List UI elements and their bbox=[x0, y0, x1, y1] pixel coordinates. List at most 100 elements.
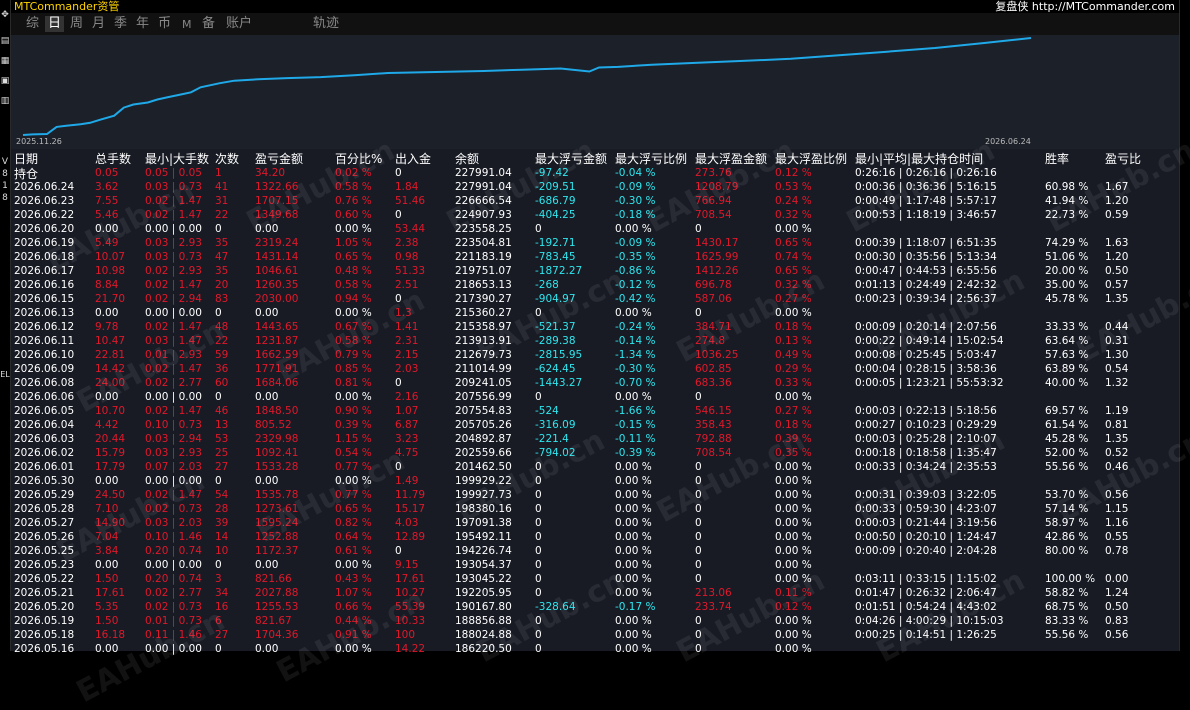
table-row[interactable]: 2026.06.20 0.00 0.00 | 0.00 0 0.00 0.00 % 53.4… bbox=[11, 222, 1179, 236]
cell-trade-count: 0 bbox=[215, 643, 222, 655]
table-row[interactable]: 2026.05.26 7.04 0.10 | 1.46 14 1252.88 0.64 %… bbox=[11, 530, 1179, 544]
cell-win-rate: 83.33 % bbox=[1045, 615, 1089, 627]
cell-max-float-loss-pct: 0.00 % bbox=[615, 461, 652, 473]
header-min-max-lots: 最小|大手数 bbox=[145, 152, 210, 166]
cell-trade-count: 0 bbox=[215, 475, 222, 487]
table-row[interactable]: 2026.06.08 24.00 0.02 | 2.77 60 1684.06 0.81 … bbox=[11, 376, 1179, 390]
cell-deposit-withdraw: 12.89 bbox=[395, 531, 426, 543]
cell-date: 2026.05.29 bbox=[14, 489, 75, 501]
tab-daily[interactable]: 日 bbox=[45, 16, 65, 32]
cell-percent: 0.61 % bbox=[335, 545, 372, 557]
cell-max-float-loss: 0 bbox=[535, 517, 542, 529]
cell-max-float-loss: -1872.27 bbox=[535, 265, 583, 277]
cell-max-float-loss-pct: -0.24 % bbox=[615, 321, 656, 333]
cell-min-max-lots: 0.10 | 0.73 bbox=[145, 419, 202, 431]
cell-deposit-withdraw: 11.79 bbox=[395, 489, 426, 501]
cell-max-float-profit-pct: 0.00 % bbox=[775, 517, 812, 529]
tab-m[interactable]: M bbox=[182, 17, 192, 33]
tab-yearly[interactable]: 年 bbox=[136, 16, 149, 32]
cell-max-float-profit-pct: 0.00 % bbox=[775, 475, 812, 487]
table-row[interactable]: 2026.06.05 10.70 0.02 | 1.47 46 1848.50 0.90 … bbox=[11, 404, 1179, 418]
cell-date: 2026.06.23 bbox=[14, 195, 75, 207]
cell-profit-ratio: 1.32 bbox=[1105, 377, 1129, 389]
table-row[interactable]: 2026.05.25 3.84 0.20 | 0.74 10 1172.37 0.61 %… bbox=[11, 544, 1179, 558]
table-row[interactable]: 2026.05.27 14.90 0.03 | 2.03 39 1595.24 0.82 … bbox=[11, 516, 1179, 530]
cell-profit-loss: 821.66 bbox=[255, 573, 292, 585]
cell-max-float-profit-pct: 0.18 % bbox=[775, 321, 812, 333]
cell-date: 2026.06.20 bbox=[14, 223, 75, 235]
cell-max-float-profit: 683.36 bbox=[695, 377, 732, 389]
cell-max-float-profit-pct: 0.00 % bbox=[775, 489, 812, 501]
left-icon-4[interactable]: ▥ bbox=[0, 94, 10, 108]
cell-win-rate: 61.54 % bbox=[1045, 419, 1089, 431]
cell-date: 2026.05.27 bbox=[14, 517, 75, 529]
cell-max-float-loss-pct: -0.09 % bbox=[615, 237, 656, 249]
cell-max-float-profit-pct: 0.74 % bbox=[775, 251, 812, 263]
cell-balance: 207556.99 bbox=[455, 391, 512, 403]
left-icon-3[interactable]: ▣ bbox=[0, 74, 10, 88]
cell-total-lots: 16.18 bbox=[95, 629, 126, 641]
cell-total-lots: 10.47 bbox=[95, 335, 126, 347]
cell-percent: 0.65 % bbox=[335, 251, 372, 263]
cell-hold-time: 0:00:39 | 1:18:07 | 6:51:35 bbox=[855, 237, 997, 249]
cell-profit-loss: 0.00 bbox=[255, 559, 279, 571]
table-row[interactable]: 2026.06.06 0.00 0.00 | 0.00 0 0.00 0.00 % 2.16… bbox=[11, 390, 1179, 404]
tab-trajectory[interactable]: 轨迹 bbox=[313, 16, 339, 32]
cell-min-max-lots: 0.00 | 0.00 bbox=[145, 391, 202, 403]
cell-max-float-loss: -524 bbox=[535, 405, 559, 417]
cell-profit-loss: 1255.53 bbox=[255, 601, 299, 613]
tab-quarterly[interactable]: 季 bbox=[114, 16, 127, 32]
cell-profit-ratio: 1.24 bbox=[1105, 587, 1129, 599]
cell-deposit-withdraw: 2.38 bbox=[395, 237, 419, 249]
cell-total-lots: 7.55 bbox=[95, 195, 119, 207]
cell-percent: 1.05 % bbox=[335, 237, 372, 249]
cell-trade-count: 36 bbox=[215, 363, 229, 375]
cell-max-float-profit: 0 bbox=[695, 545, 702, 557]
cell-trade-count: 10 bbox=[215, 545, 229, 557]
website-link[interactable]: 复盘侠 http://MTCommander.com bbox=[995, 0, 1175, 14]
daily-stats-panel: 日期 总手数 最小|大手数 次数 盈亏金额 百分比% 出入金 余额 最大浮亏金额… bbox=[11, 133, 1190, 710]
cell-max-float-profit-pct: 0.24 % bbox=[775, 195, 812, 207]
cell-max-float-loss-pct: -0.70 % bbox=[615, 377, 656, 389]
left-move-handle[interactable]: ✥ bbox=[0, 8, 10, 22]
left-icon-1[interactable]: ▤ bbox=[0, 34, 10, 48]
cell-date: 2026.06.06 bbox=[14, 391, 75, 403]
cell-date: 2026.05.16 bbox=[14, 643, 75, 655]
cell-trade-count: 31 bbox=[215, 195, 229, 207]
tab-weekly[interactable]: 周 bbox=[70, 16, 83, 32]
cell-trade-count: 27 bbox=[215, 461, 229, 473]
cell-profit-ratio: 1.20 bbox=[1105, 251, 1129, 263]
cell-max-float-loss: 0 bbox=[535, 545, 542, 557]
cell-total-lots: 5.35 bbox=[95, 601, 119, 613]
cell-max-float-profit-pct: 0.32 % bbox=[775, 209, 812, 221]
cell-total-lots: 0.05 bbox=[95, 167, 119, 179]
cell-profit-loss: 1260.35 bbox=[255, 279, 299, 291]
table-row[interactable]: 2026.06.18 10.07 0.03 | 0.73 47 1431.14 0.65 … bbox=[11, 250, 1179, 264]
cell-date: 2026.06.09 bbox=[14, 363, 75, 375]
cell-max-float-loss-pct: 0.00 % bbox=[615, 545, 652, 557]
cell-total-lots: 10.98 bbox=[95, 265, 126, 277]
tab-account[interactable]: 账户 bbox=[226, 16, 252, 32]
cell-min-max-lots: 0.03 | 2.94 bbox=[145, 433, 202, 445]
cell-max-float-loss: -686.79 bbox=[535, 195, 576, 207]
cell-min-max-lots: 0.00 | 0.00 bbox=[145, 559, 202, 571]
cell-deposit-withdraw: 2.16 bbox=[395, 391, 419, 403]
cell-deposit-withdraw: 0 bbox=[395, 209, 402, 221]
tab-backup[interactable]: 备 bbox=[202, 16, 215, 32]
cell-win-rate: 45.28 % bbox=[1045, 433, 1089, 445]
cell-max-float-profit-pct: 0.53 % bbox=[775, 181, 812, 193]
table-row[interactable]: 2026.06.19 5.49 0.03 | 2.93 35 2319.24 1.05 %… bbox=[11, 236, 1179, 250]
cell-balance: 195492.11 bbox=[455, 531, 512, 543]
tab-summary[interactable]: 综 bbox=[26, 16, 39, 32]
cell-date: 2026.06.22 bbox=[14, 209, 75, 221]
cell-hold-time: 0:00:30 | 0:35:56 | 5:13:34 bbox=[855, 251, 997, 263]
tab-monthly[interactable]: 月 bbox=[92, 16, 105, 32]
cell-date: 2026.06.03 bbox=[14, 433, 75, 445]
cell-max-float-profit-pct: 0.00 % bbox=[775, 503, 812, 515]
cell-deposit-withdraw: 4.03 bbox=[395, 517, 419, 529]
cell-max-float-loss-pct: -1.66 % bbox=[615, 405, 656, 417]
cell-date: 2026.06.02 bbox=[14, 447, 75, 459]
tab-currency[interactable]: 币 bbox=[158, 16, 171, 32]
cell-win-rate: 35.00 % bbox=[1045, 279, 1089, 291]
left-icon-2[interactable]: ▦ bbox=[0, 54, 10, 68]
